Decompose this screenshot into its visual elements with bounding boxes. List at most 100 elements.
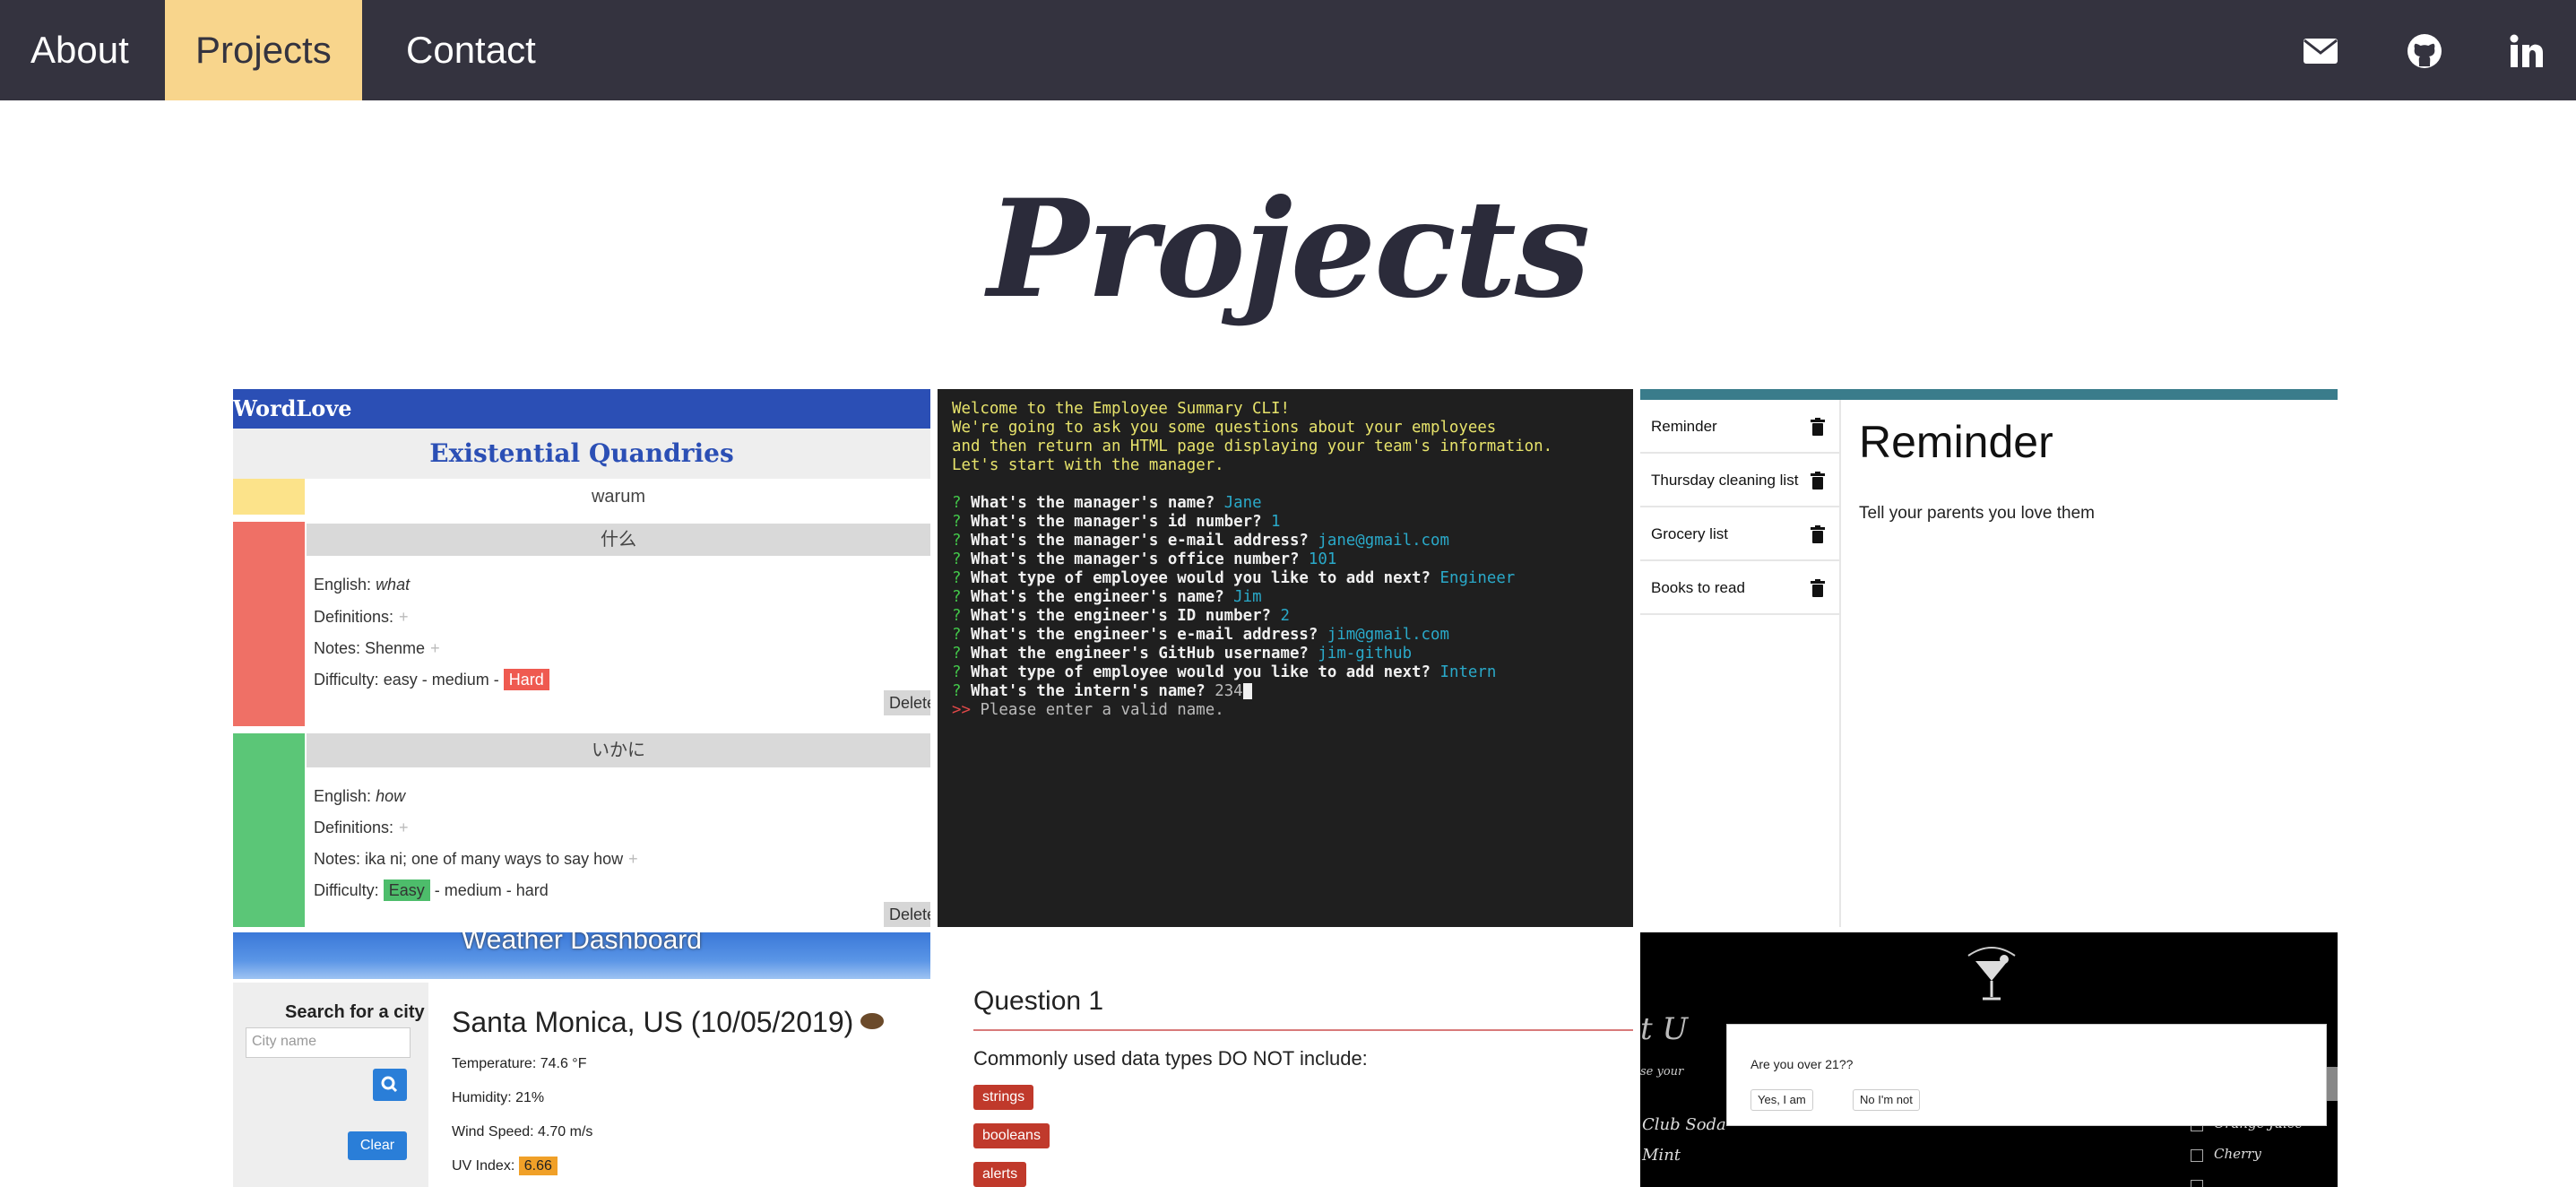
trash-icon[interactable] (1811, 472, 1825, 490)
background-label-fragment: se your (1640, 1065, 1684, 1079)
background-heading-fragment: t U (1640, 1011, 1689, 1047)
card-word: いかに (307, 733, 930, 767)
card-word: warum (307, 479, 930, 515)
terminal-qa-line: ? What's the engineer's name? Jim (952, 588, 1262, 606)
terminal-error-line: >> Please enter a valid name. (952, 701, 1224, 719)
search-button[interactable] (373, 1069, 407, 1101)
card-english: English: how (314, 787, 406, 805)
terminal-line: We're going to ask you some questions ab… (952, 419, 1497, 437)
answer-button[interactable]: booleans (973, 1123, 1050, 1148)
project-reminder-screenshot[interactable]: Reminder Thursday cleaning list Grocery … (1640, 389, 2338, 927)
reminder-sidebar: Reminder Thursday cleaning list Grocery … (1640, 400, 1841, 927)
weather-temperature: Temperature: 74.6 °F (452, 1056, 587, 1071)
wordlove-header: WordLove (233, 389, 930, 429)
wordlove-heading: Existential Quandries (233, 429, 930, 479)
terminal-qa-line: ? What's the engineer's ID number? 2 (952, 607, 1290, 625)
reminder-list-item[interactable]: Reminder (1640, 400, 1841, 454)
reminder-top-bar (1640, 389, 2338, 400)
card-difficulty: Difficulty: Easy - medium - hard (314, 879, 549, 901)
cocktail-logo-icon (1967, 947, 2016, 1001)
add-definition-button[interactable]: + (399, 608, 409, 626)
nav-about-link[interactable]: About (0, 0, 160, 100)
add-note-button[interactable]: + (628, 850, 638, 868)
question-title: Question 1 (973, 986, 1104, 1016)
trash-icon[interactable] (1811, 525, 1825, 543)
city-search-input[interactable]: City name (246, 1027, 411, 1058)
card-difficulty: Difficulty: easy - medium - Hard (314, 669, 549, 690)
search-icon (381, 1076, 398, 1093)
weather-banner: Weather Dashboard (233, 932, 930, 979)
weather-uv: UV Index: 6.66 (452, 1157, 558, 1175)
difficulty-hard-badge[interactable]: Hard (503, 669, 549, 690)
terminal-line: and then return an HTML page displaying … (952, 438, 1553, 455)
reminder-list-item[interactable]: Books to read (1640, 561, 1841, 615)
weather-humidity: Humidity: 21% (452, 1090, 545, 1105)
project-quiz-screenshot[interactable]: Question 1 Commonly used data types DO N… (938, 932, 1633, 1187)
terminal-qa-line: ? What type of employee would you like t… (952, 569, 1516, 587)
question-divider (973, 1029, 1633, 1031)
top-nav: About Projects Contact (0, 0, 2576, 100)
page-title: Projects (987, 170, 1591, 328)
project-cocktail-app-screenshot[interactable]: t U se your Club Soda Mint Orange Juice … (1640, 932, 2338, 1187)
reminder-list-item[interactable]: Thursday cleaning list (1640, 454, 1841, 507)
terminal-qa-line: ? What's the engineer's e-mail address? … (952, 626, 1449, 644)
card-word: 什么 (307, 524, 930, 556)
card-color-strip (233, 479, 305, 515)
search-label: Search for a city (285, 1002, 425, 1022)
weather-condition-icon (860, 1013, 884, 1029)
trash-icon[interactable] (1811, 418, 1825, 436)
project-wordlove-screenshot[interactable]: WordLove Existential Quandries warum 什么 … (233, 389, 930, 927)
card-color-strip (233, 733, 305, 927)
card-notes: Notes: Shenme + (314, 639, 440, 657)
card-definitions: Definitions: + (314, 819, 409, 836)
github-icon[interactable] (2406, 32, 2443, 70)
answer-button[interactable]: strings (973, 1085, 1034, 1110)
weather-city: Santa Monica, US (10/05/2019) (452, 1006, 854, 1038)
card-notes: Notes: ika ni; one of many ways to say h… (314, 850, 638, 868)
terminal-qa-line: ? What the engineer's GitHub username? j… (952, 645, 1413, 663)
ingredient-checkbox[interactable] (2191, 1149, 2203, 1162)
nav-contact-link[interactable]: Contact (376, 0, 566, 100)
ingredient-label: Mint (1642, 1146, 1681, 1165)
age-verification-modal: Are you over 21?? Yes, I am No I'm not (1726, 1024, 2327, 1126)
difficulty-easy-badge[interactable]: Easy (383, 879, 430, 901)
weather-wind: Wind Speed: 4.70 m/s (452, 1124, 593, 1139)
terminal-qa-line: ? What's the manager's e-mail address? j… (952, 532, 1449, 550)
card-definitions: Definitions: + (314, 608, 409, 626)
clear-button[interactable]: Clear (348, 1131, 407, 1160)
nav-projects-link[interactable]: Projects (165, 0, 362, 100)
terminal-qa-line: ? What's the manager's office number? 10… (952, 550, 1337, 568)
project-employee-cli-screenshot[interactable]: Welcome to the Employee Summary CLI! We'… (938, 389, 1633, 927)
envelope-icon[interactable] (2302, 32, 2339, 70)
linkedin-icon[interactable] (2508, 32, 2546, 70)
no-button[interactable]: No I'm not (1853, 1089, 1920, 1111)
delete-button[interactable]: Delete (884, 902, 930, 927)
terminal-qa-line: ? What's the manager's id number? 1 (952, 513, 1281, 531)
terminal-line: Welcome to the Employee Summary CLI! (952, 400, 1290, 418)
terminal-qa-line: ? What's the manager's name? Jane (952, 494, 1262, 512)
modal-question: Are you over 21?? (1750, 1057, 1854, 1071)
terminal-line: Let's start with the manager. (952, 456, 1224, 474)
yes-button[interactable]: Yes, I am (1750, 1089, 1813, 1111)
delete-button[interactable]: Delete (884, 690, 930, 715)
card-color-strip (233, 522, 305, 726)
ingredient-label: Club Soda (1642, 1115, 1726, 1134)
terminal-current-line: ? What's the intern's name? 234 (952, 682, 1619, 701)
ingredient-checkbox[interactable] (2191, 1180, 2203, 1187)
add-definition-button[interactable]: + (399, 819, 409, 836)
card-english: English: what (314, 576, 411, 594)
reminder-title: Reminder (1859, 417, 2053, 467)
weather-banner-title: Weather Dashboard (462, 932, 702, 955)
uv-badge: 6.66 (518, 1157, 558, 1175)
weather-search-panel: Search for a city City name Clear (233, 983, 428, 1187)
answer-button[interactable]: alerts (973, 1162, 1027, 1187)
ingredient-label: Cherry (2214, 1146, 2261, 1162)
add-note-button[interactable]: + (430, 639, 440, 657)
project-weather-dashboard-screenshot[interactable]: Weather Dashboard Search for a city City… (233, 932, 930, 1187)
terminal-cursor (1242, 683, 1252, 699)
trash-icon[interactable] (1811, 579, 1825, 597)
background-band (2327, 1067, 2338, 1101)
reminder-body: Tell your parents you love them (1859, 504, 2095, 523)
question-text: Commonly used data types DO NOT include: (973, 1047, 1368, 1070)
reminder-list-item[interactable]: Grocery list (1640, 507, 1841, 561)
